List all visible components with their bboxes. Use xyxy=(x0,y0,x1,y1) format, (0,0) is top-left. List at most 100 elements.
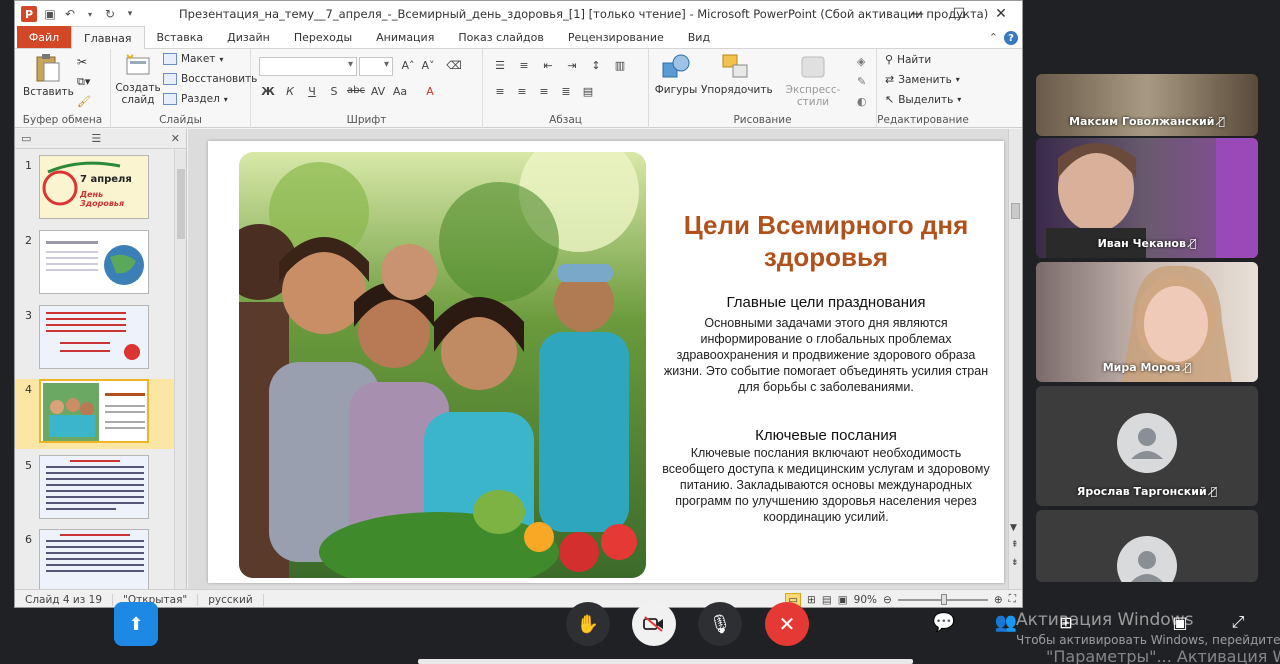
copy-icon[interactable]: ⧉▾ xyxy=(77,75,90,89)
shadow-icon[interactable]: S xyxy=(325,85,343,98)
tab-view[interactable]: Вид xyxy=(676,26,722,48)
tab-review[interactable]: Рецензирование xyxy=(556,26,676,48)
replace-button[interactable]: ⇄ Заменить ▾ xyxy=(885,73,960,86)
underline-icon[interactable]: Ч xyxy=(303,85,321,98)
align-right-icon[interactable]: ≡ xyxy=(535,85,553,98)
align-left-icon[interactable]: ≡ xyxy=(491,85,509,98)
format-painter-icon[interactable]: 🖌 xyxy=(77,95,91,108)
numbering-icon[interactable]: ≡ xyxy=(515,59,533,72)
camera-toggle-button[interactable] xyxy=(632,602,676,646)
spacing-icon[interactable]: AV xyxy=(369,85,387,98)
scroll-down-arrow-icon[interactable]: ▼ xyxy=(1010,523,1017,533)
tab-home[interactable]: Главная xyxy=(71,26,145,49)
text-direction-icon[interactable]: ▤ xyxy=(579,85,597,98)
thumbnail-slide-2[interactable]: 2 xyxy=(15,230,175,300)
slide-scrollbar[interactable]: ▼ ⇞ ⇟ xyxy=(1008,129,1022,589)
language[interactable]: русский xyxy=(198,593,264,606)
cut-icon[interactable]: ✂ xyxy=(77,55,87,69)
thumbnail-slide-5[interactable]: 5 xyxy=(15,455,175,525)
thumbnail-scrollbar[interactable] xyxy=(174,149,186,589)
tab-animation[interactable]: Анимация xyxy=(364,26,446,48)
align-center-icon[interactable]: ≡ xyxy=(513,85,531,98)
grow-font-icon[interactable]: A˄ xyxy=(399,59,417,72)
zoom-out-icon[interactable]: ⊖ xyxy=(883,594,892,606)
shape-outline-icon[interactable]: ✎ xyxy=(857,75,866,88)
participant-tile-1[interactable]: Максим Говолжанский 🎙̸ xyxy=(1036,74,1258,136)
slide-sorter-icon[interactable]: ⊞ xyxy=(807,594,816,606)
collapse-ribbon-icon[interactable]: ⌃ xyxy=(989,31,998,45)
italic-icon[interactable]: К xyxy=(281,85,299,98)
next-slide-icon[interactable]: ⇟ xyxy=(1011,559,1019,568)
close-icon[interactable]: ✕ xyxy=(980,1,1022,27)
decrease-indent-icon[interactable]: ⇤ xyxy=(539,59,557,72)
justify-icon[interactable]: ≣ xyxy=(557,85,575,98)
section2-text[interactable]: Ключевые послания включают необходимость… xyxy=(660,445,992,525)
reset-button[interactable]: Восстановить xyxy=(163,73,257,85)
thumbnail-scroll-thumb[interactable] xyxy=(177,169,185,239)
section2-heading[interactable]: Ключевые послания xyxy=(658,427,994,444)
font-color-icon[interactable]: A xyxy=(421,85,439,98)
bold-icon[interactable]: Ж xyxy=(259,85,277,98)
chat-button[interactable]: 💬 xyxy=(924,602,964,642)
raise-hand-button[interactable]: ✋ xyxy=(566,602,610,646)
microphone-button[interactable]: 🎙 xyxy=(698,602,742,646)
columns-icon[interactable]: ▥ xyxy=(611,59,629,72)
participant-tile-3[interactable]: Мира Мороз 🎙̸ xyxy=(1036,262,1258,382)
thumbnail-slide-1[interactable]: 1 7 апреля День Здоровья xyxy=(15,155,175,225)
clear-format-icon[interactable]: ⌫ xyxy=(445,59,463,72)
shrink-font-icon[interactable]: A˅ xyxy=(419,59,437,72)
arrange-button[interactable]: Упорядочить xyxy=(701,53,773,96)
section1-text[interactable]: Основными задачами этого дня являются ин… xyxy=(660,315,992,395)
minimize-icon[interactable]: — xyxy=(896,1,938,27)
tab-insert[interactable]: Вставка xyxy=(145,26,216,48)
tab-design[interactable]: Дизайн xyxy=(215,26,282,48)
participant-tile-5[interactable] xyxy=(1036,510,1258,582)
share-screen-button[interactable]: ⬆ xyxy=(114,602,158,646)
participant-tile-2[interactable]: Иван Чеканов 🎙̸ xyxy=(1036,138,1258,258)
strikethrough-icon[interactable]: abc xyxy=(347,85,365,98)
new-slide-button[interactable]: Создать слайд xyxy=(115,53,161,106)
layout-button[interactable]: Макет ▾ xyxy=(163,53,223,65)
font-family-combo[interactable] xyxy=(259,57,357,76)
bullets-icon[interactable]: ☰ xyxy=(491,59,509,72)
slide-scroll-thumb[interactable] xyxy=(1011,203,1020,219)
slideshow-icon[interactable]: ▣ xyxy=(838,594,848,606)
slides-tab-icon[interactable]: ▭ xyxy=(21,132,31,145)
line-spacing-icon[interactable]: ↕ xyxy=(587,59,605,72)
save-icon[interactable]: ▣ xyxy=(43,7,57,21)
zoom-level[interactable]: 90% xyxy=(854,594,877,606)
tab-file[interactable]: Файл xyxy=(17,26,71,48)
outline-tab-icon[interactable]: ☰ xyxy=(91,132,101,145)
select-button[interactable]: ↖ Выделить ▾ xyxy=(885,93,961,106)
case-icon[interactable]: Aa xyxy=(391,85,409,98)
reading-view-icon[interactable]: ▤ xyxy=(822,594,832,606)
tab-transitions[interactable]: Переходы xyxy=(282,26,364,48)
pane-close-icon[interactable]: ✕ xyxy=(171,132,180,145)
thumbnail-slide-4[interactable]: 4 xyxy=(15,379,175,449)
zoom-slider[interactable] xyxy=(897,593,988,605)
undo-dropdown-icon[interactable]: ▾ xyxy=(83,10,97,19)
section-button[interactable]: Раздел ▾ xyxy=(163,93,228,105)
slide-photo-people[interactable] xyxy=(239,152,646,578)
thumbnail-slide-3[interactable]: 3 xyxy=(15,305,175,375)
powerpoint-logo-icon[interactable]: P xyxy=(21,6,37,22)
font-size-combo[interactable] xyxy=(359,57,393,76)
end-call-button[interactable]: ✕ xyxy=(765,602,809,646)
participant-tile-4[interactable]: Ярослав Таргонский 🎙̸ xyxy=(1036,386,1258,506)
paste-button[interactable]: Вставить xyxy=(23,53,74,98)
section1-heading[interactable]: Главные цели празднования xyxy=(658,294,994,311)
shapes-button[interactable]: Фигуры xyxy=(653,53,699,96)
increase-indent-icon[interactable]: ⇥ xyxy=(563,59,581,72)
find-button[interactable]: ⚲ Найти xyxy=(885,53,931,66)
undo-icon[interactable]: ↶ xyxy=(63,7,77,21)
current-slide[interactable]: Цели Всемирного дня здоровья Главные цел… xyxy=(208,141,1004,583)
slide-title[interactable]: Цели Всемирного дня здоровья xyxy=(658,209,994,273)
help-icon[interactable]: ? xyxy=(1004,31,1018,45)
customize-qat-icon[interactable]: ▾ xyxy=(123,9,137,19)
quick-styles-button[interactable]: Экспресс-стили xyxy=(773,53,853,108)
previous-slide-icon[interactable]: ⇞ xyxy=(1011,541,1019,550)
redo-icon[interactable]: ↻ xyxy=(103,7,117,21)
shape-fill-icon[interactable]: ◈ xyxy=(857,55,865,68)
tab-slideshow[interactable]: Показ слайдов xyxy=(446,26,556,48)
maximize-icon[interactable]: ☐ xyxy=(938,1,980,27)
